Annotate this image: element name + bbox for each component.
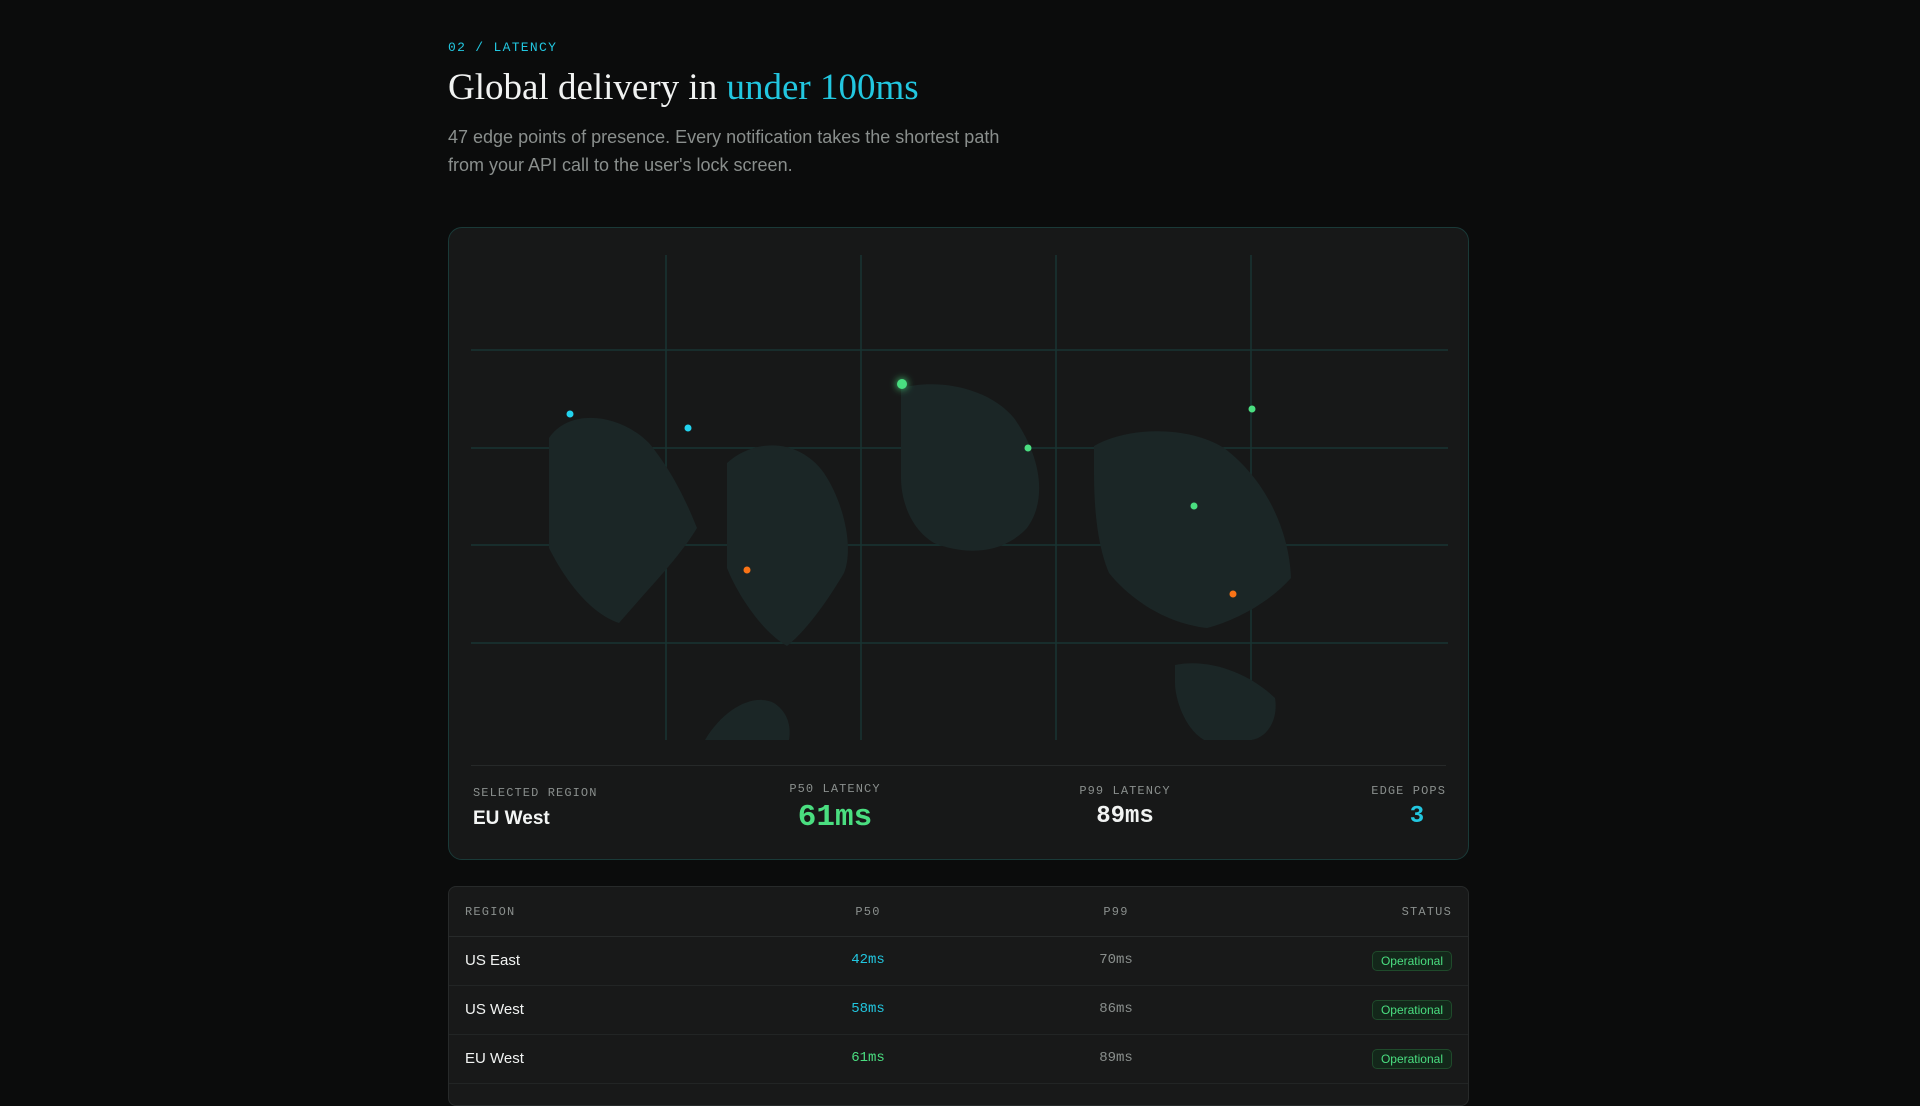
- table-header: REGION P50 P99 STATUS: [449, 887, 1468, 937]
- europe-africa-shape: [901, 384, 1040, 551]
- table-row[interactable]: US East 42ms 70ms Operational: [449, 936, 1468, 986]
- table-row[interactable]: EU West 61ms 89ms Operational: [449, 1034, 1468, 1084]
- row-p99: 86ms: [1099, 1001, 1133, 1017]
- pop-point-eu-west-selected[interactable]: [897, 379, 907, 389]
- p50-latency-value: 61ms: [797, 800, 873, 835]
- selected-region-value: EU West: [473, 808, 550, 829]
- selected-region-label: SELECTED REGION: [473, 786, 598, 800]
- pop-point-asia-south[interactable]: [1190, 502, 1198, 510]
- edge-pops-value: 3: [1409, 803, 1425, 830]
- p99-latency-label: P99 LATENCY: [1079, 784, 1171, 798]
- column-header-status: STATUS: [1401, 905, 1452, 919]
- section-title: Global delivery in under 100ms: [448, 66, 919, 109]
- section-subtitle: 47 edge points of presence. Every notifi…: [448, 127, 1000, 175]
- section-title-accent: under 100ms: [726, 67, 919, 108]
- status-badge: Operational: [1371, 1000, 1452, 1020]
- pop-point-asia-north[interactable]: [1248, 405, 1256, 413]
- pop-point-asia-pacific[interactable]: [1229, 590, 1237, 598]
- table-row[interactable]: US West 58ms 86ms Operational: [449, 985, 1468, 1035]
- pop-point-eu-central[interactable]: [1024, 444, 1032, 452]
- stats-divider: [471, 765, 1446, 766]
- p99-latency-value: 89ms: [1096, 803, 1154, 830]
- antarctica-shape: [705, 699, 790, 740]
- south-america-shape: [727, 445, 848, 646]
- status-badge: Operational: [1371, 1049, 1452, 1069]
- pop-point-south-america[interactable]: [743, 566, 751, 574]
- column-header-p50: P50: [855, 905, 881, 919]
- section-eyebrow: 02 / LATENCY: [448, 40, 558, 55]
- column-header-p99: P99: [1103, 905, 1129, 919]
- p50-latency-label: P50 LATENCY: [789, 782, 881, 796]
- row-p50: 61ms: [851, 1050, 885, 1066]
- section-title-prefix: Global delivery in: [448, 67, 727, 108]
- edge-pops-label: EDGE POPS: [1371, 784, 1446, 798]
- row-region: US East: [465, 952, 521, 969]
- latency-map-card: SELECTED REGION EU West P50 LATENCY 61ms…: [448, 227, 1469, 860]
- row-p50: 42ms: [851, 952, 885, 968]
- row-p99: 89ms: [1099, 1050, 1133, 1066]
- column-header-region: REGION: [465, 905, 516, 919]
- australia-shape: [1175, 663, 1276, 740]
- pop-point-us-east[interactable]: [684, 424, 692, 432]
- asia-shape: [1094, 431, 1291, 628]
- pop-point-us-west[interactable]: [566, 410, 574, 418]
- row-region: EU West: [465, 1050, 524, 1067]
- row-p99: 70ms: [1099, 952, 1133, 968]
- region-latency-table: REGION P50 P99 STATUS US East 42ms 70ms …: [448, 886, 1469, 1106]
- row-region: US West: [465, 1001, 524, 1018]
- row-p50: 58ms: [851, 1001, 885, 1017]
- continent-shapes: [549, 384, 1291, 740]
- status-badge: Operational: [1371, 951, 1452, 971]
